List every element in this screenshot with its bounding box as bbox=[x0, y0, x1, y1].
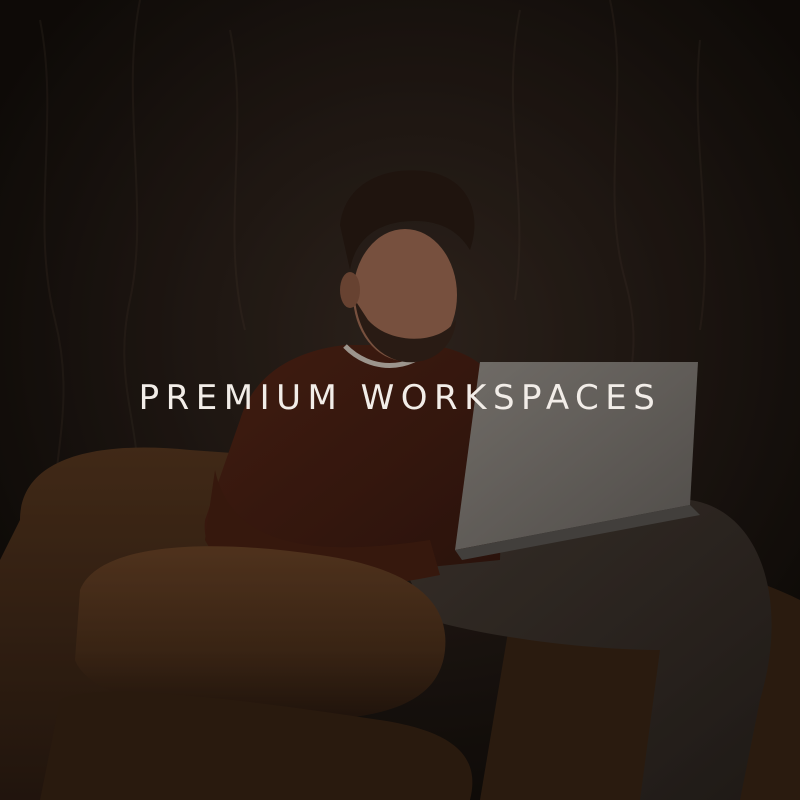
hero-banner: PREMIUM WORKSPACES bbox=[0, 0, 800, 800]
headline: PREMIUM WORKSPACES bbox=[138, 378, 662, 418]
